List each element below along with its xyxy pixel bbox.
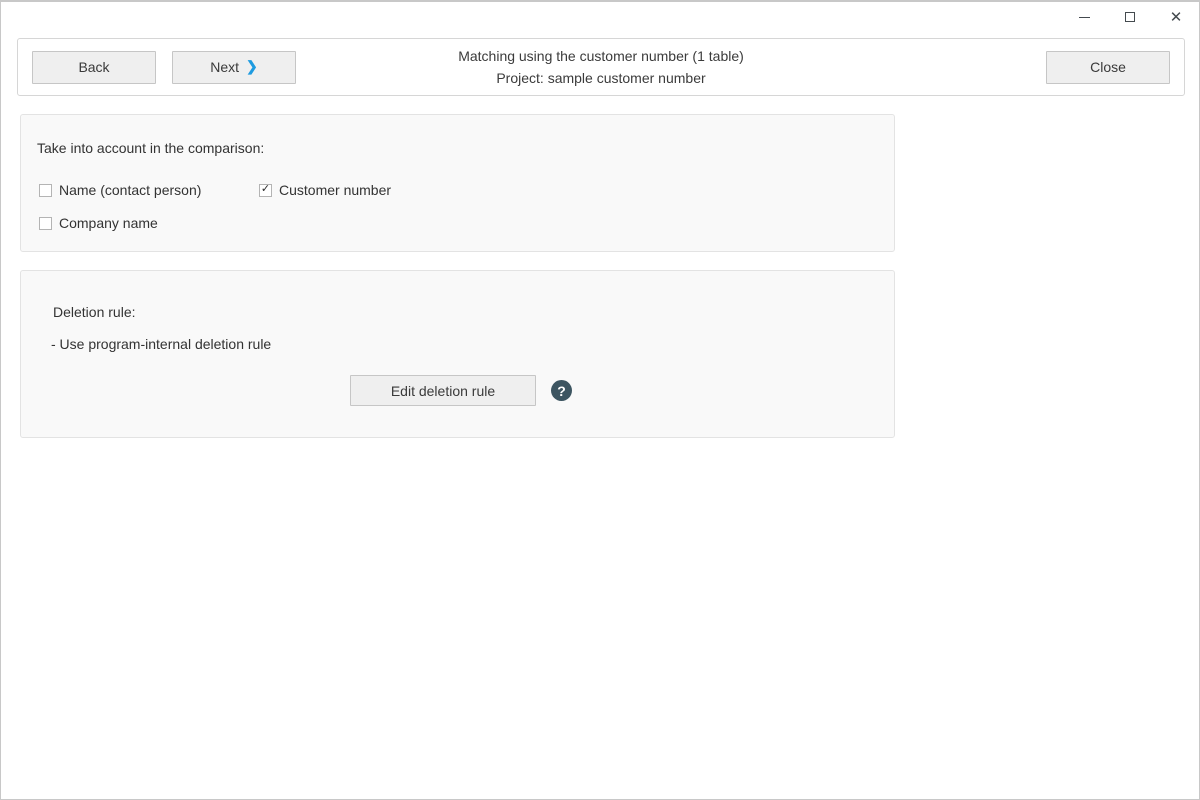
close-button-label: Close [1090, 59, 1126, 75]
next-button[interactable]: Next ❯ [172, 51, 296, 84]
checkbox-box-company[interactable]: ✓ [39, 217, 52, 230]
help-icon[interactable]: ? [551, 380, 572, 401]
edit-deletion-rule-button[interactable]: Edit deletion rule [350, 375, 536, 406]
chevron-right-icon: ❯ [246, 59, 258, 73]
help-icon-glyph: ? [557, 384, 566, 398]
deletion-rule-panel: Deletion rule: - Use program-internal de… [20, 270, 895, 438]
edit-rule-row: Edit deletion rule ? [350, 375, 572, 406]
checkbox-box-customer[interactable]: ✓ [259, 184, 272, 197]
window-controls: ✕ [1061, 2, 1199, 32]
checkbox-customer-number[interactable]: ✓ Customer number [259, 182, 391, 198]
back-button[interactable]: Back [32, 51, 156, 84]
minimize-button[interactable] [1061, 2, 1107, 32]
deletion-panel-title: Deletion rule: [53, 304, 136, 320]
checkbox-name-contact-person[interactable]: ✓ Name (contact person) [39, 182, 201, 198]
minimize-icon [1079, 17, 1090, 18]
title-bar: ✕ [1, 2, 1199, 34]
next-button-label: Next [210, 59, 239, 75]
checkbox-box-name[interactable]: ✓ [39, 184, 52, 197]
close-button[interactable]: Close [1046, 51, 1170, 84]
application-window: ✕ Back Next ❯ Matching using the custome… [0, 0, 1200, 800]
deletion-rule-value: - Use program-internal deletion rule [51, 336, 271, 352]
checkbox-label-name: Name (contact person) [59, 182, 201, 198]
wizard-toolbar: Back Next ❯ Matching using the customer … [17, 38, 1185, 96]
checkbox-label-company: Company name [59, 215, 158, 231]
edit-deletion-rule-label: Edit deletion rule [391, 383, 495, 399]
check-icon-customer: ✓ [261, 184, 270, 195]
close-icon: ✕ [1170, 10, 1183, 25]
checkbox-label-customer: Customer number [279, 182, 391, 198]
back-button-label: Back [78, 59, 109, 75]
close-window-button[interactable]: ✕ [1153, 2, 1199, 32]
comparison-panel-title: Take into account in the comparison: [37, 140, 264, 156]
maximize-button[interactable] [1107, 2, 1153, 32]
maximize-icon [1125, 12, 1135, 22]
checkbox-company-name[interactable]: ✓ Company name [39, 215, 158, 231]
comparison-panel: Take into account in the comparison: ✓ N… [20, 114, 895, 252]
